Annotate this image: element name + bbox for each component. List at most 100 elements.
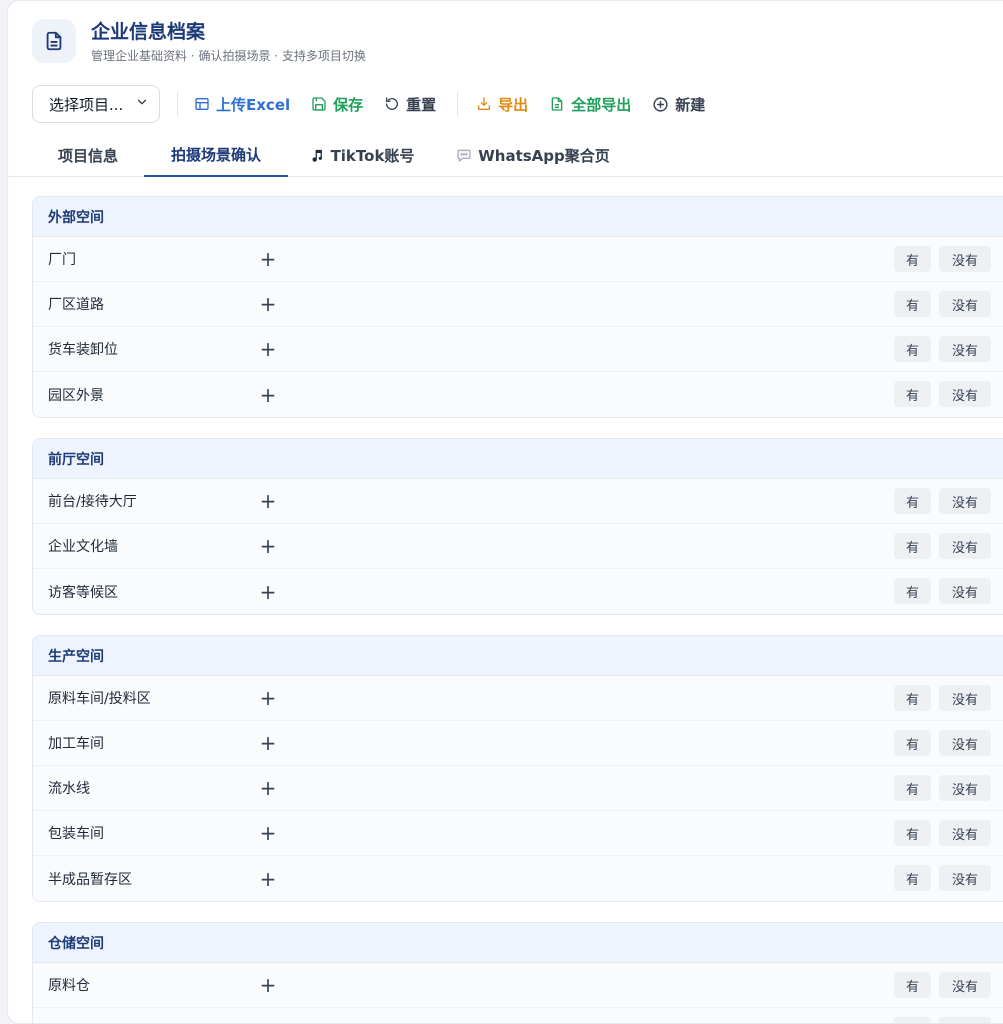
chevron-down-icon [135,95,149,113]
export-button[interactable]: 导出 [476,85,528,123]
add-icon[interactable]: + [258,292,278,316]
scene-row: 访客等候区 + 有没有 [33,569,1003,614]
yes-button[interactable]: 有 [894,820,931,846]
tab-tiktok[interactable]: TikTok账号 [288,133,436,177]
file-icon [551,97,563,111]
yes-button[interactable]: 有 [894,685,931,711]
page-title: 企业信息档案 [91,21,206,43]
scene-row: 货车装卸位 + 有没有 [33,327,1003,372]
no-button[interactable]: 没有 [939,972,991,998]
scene-row: 成品仓+ 有 没有 [33,1008,1003,1024]
yes-button[interactable]: 有 [894,246,931,272]
yes-button[interactable]: 有 [894,972,931,998]
scene-label: 原料车间/投料区 [48,691,151,707]
tab-label: TikTok账号 [330,146,415,165]
yes-button[interactable]: 有 [894,291,931,317]
main-card: 企业信息档案 管理企业基础资料 · 确认拍摄场景 · 支持多项目切换 选择项目.… [7,0,1003,1024]
no-button[interactable]: 没有 [939,336,991,362]
add-icon[interactable]: + [258,776,278,800]
yes-button[interactable]: 有 [894,1017,931,1023]
yes-button[interactable]: 有 [894,488,931,514]
scene-label: 货车装卸位 [48,342,118,358]
save-button[interactable]: 保存 [311,85,363,123]
tab-whatsapp[interactable]: WhatsApp聚合页 [448,133,618,177]
section-header: 前厅空间 [33,439,1003,479]
export-label: 导出 [498,95,529,114]
scene-row: 原料仓 + 有没有 [33,963,1003,1008]
no-button[interactable]: 没有 [939,865,991,891]
yes-button[interactable]: 有 [894,730,931,756]
add-icon[interactable]: + [258,867,278,891]
scene-label: 半成品暂存区 [48,871,132,888]
no-button[interactable]: 没有 [939,291,991,317]
tab-scene-confirm[interactable]: 拍摄场景确认 [144,133,288,177]
toolbar: 选择项目... 上传Excel 保存 重置 导出 全部导出 新建 [32,85,726,123]
scene-row: 企业文化墙 + 有没有 [33,524,1003,569]
scene-label: 企业文化墙 [48,539,118,555]
no-button[interactable]: 没有 [939,775,991,801]
scene-row: 半成品暂存区 + 有没有 [33,856,1003,901]
page-header: 企业信息档案 管理企业基础资料 · 确认拍摄场景 · 支持多项目切换 [32,19,366,64]
yes-button[interactable]: 有 [894,533,931,559]
scene-label: 厂区道路 [48,297,104,313]
add-icon[interactable]: + [258,383,278,407]
scene-label: 加工车间 [48,736,104,752]
scene-label: 流水线 [48,781,90,797]
add-icon[interactable]: + [258,247,278,271]
scene-row: 包装车间 + 有没有 [33,811,1003,856]
no-button[interactable]: 没有 [939,381,991,407]
chat-bubble-icon [457,149,471,163]
scene-label: 园区外景 [48,387,104,404]
table-icon [195,98,209,110]
tab-label: 项目信息 [57,146,118,165]
yes-button[interactable]: 有 [894,578,931,604]
add-icon[interactable]: + [258,821,278,845]
add-icon[interactable]: + [258,686,278,710]
reset-button[interactable]: 重置 [384,85,436,123]
scene-label: 前台/接待大厅 [48,494,137,510]
scene-row: 厂区道路 + 有没有 [33,282,1003,327]
no-button[interactable]: 没有 [939,1017,991,1023]
tab-label: 拍摄场景确认 [170,145,261,164]
toolbar-divider [177,92,178,116]
no-button[interactable]: 没有 [939,578,991,604]
yes-button[interactable]: 有 [894,381,931,407]
scene-section: 生产空间 原料车间/投料区 + 有没有 加工车间 + 有没有 流水线 + 有没有 包装车间 + 有没有半… [32,635,1003,902]
export-all-button[interactable]: 全部导出 [549,85,631,123]
add-icon[interactable]: + [258,489,278,513]
scene-row: 加工车间 + 有没有 [33,721,1003,766]
document-icon [32,19,76,63]
yes-button[interactable]: 有 [894,775,931,801]
no-button[interactable]: 没有 [939,820,991,846]
tab-label: WhatsApp聚合页 [478,146,610,165]
upload-excel-label: 上传Excel [216,95,291,114]
reset-icon [386,97,399,110]
scene-row: 厂门 + 有没有 [33,237,1003,282]
section-header: 外部空间 [33,197,1003,237]
no-button[interactable]: 没有 [939,685,991,711]
reset-label: 重置 [406,95,437,114]
tab-project-info[interactable]: 项目信息 [32,133,144,177]
add-icon[interactable]: + [258,973,278,997]
no-button[interactable]: 没有 [939,533,991,559]
scene-label: 包装车间 [48,826,104,842]
add-icon[interactable]: + [258,534,278,558]
no-button[interactable]: 没有 [939,488,991,514]
scene-section: 外部空间 厂门 + 有没有 厂区道路 + 有没有 货车装卸位 + 有没有 园区外景 + 有没有 [32,196,1003,418]
no-button[interactable]: 没有 [939,730,991,756]
toolbar-divider-2 [457,92,459,116]
add-icon[interactable]: + [258,1019,278,1024]
add-icon[interactable]: + [258,731,278,755]
yes-button[interactable]: 有 [894,865,931,891]
section-header: 生产空间 [33,636,1003,676]
add-icon[interactable]: + [258,580,278,604]
add-icon[interactable]: + [258,337,278,361]
yes-button[interactable]: 有 [894,336,931,362]
music-note-icon [312,149,322,162]
scene-label: 原料仓 [48,978,90,994]
scene-section: 仓储空间原料仓+有没有成品仓+有没有 [32,922,1003,1024]
new-button[interactable]: 新建 [652,85,705,123]
upload-excel-button[interactable]: 上传Excel [194,85,290,123]
no-button[interactable]: 没有 [939,246,991,272]
project-select[interactable]: 选择项目... [32,85,160,123]
